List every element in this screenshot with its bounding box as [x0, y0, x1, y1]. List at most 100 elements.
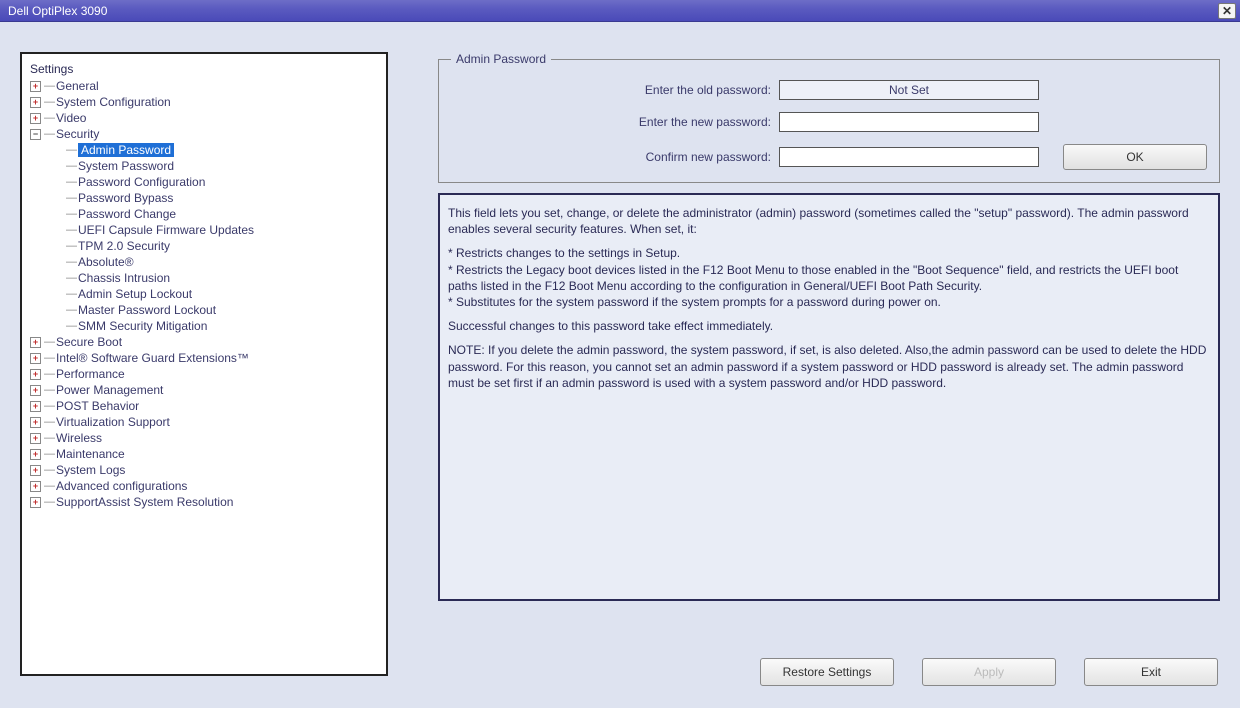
tree-connector: —: [44, 416, 54, 428]
confirm-password-label: Confirm new password:: [451, 150, 771, 164]
tree-connector: —: [44, 112, 54, 124]
expand-icon[interactable]: [30, 417, 41, 428]
tree-connector: —: [44, 448, 54, 460]
tree-item[interactable]: —Password Bypass: [26, 190, 382, 206]
tree-item-label: Video: [56, 111, 86, 125]
tree-connector: —: [66, 176, 76, 188]
tree-item[interactable]: —Admin Setup Lockout: [26, 286, 382, 302]
expand-icon[interactable]: [30, 465, 41, 476]
tree-item-label: TPM 2.0 Security: [78, 239, 170, 253]
expand-icon[interactable]: [30, 81, 41, 92]
tree-item[interactable]: —Maintenance: [26, 446, 382, 462]
expand-icon[interactable]: [30, 113, 41, 124]
tree-connector: —: [66, 240, 76, 252]
tree-item[interactable]: —Power Management: [26, 382, 382, 398]
expand-icon[interactable]: [30, 353, 41, 364]
expand-icon[interactable]: [30, 481, 41, 492]
tree-item[interactable]: —General: [26, 78, 382, 94]
tree-item[interactable]: —Admin Password: [26, 142, 382, 158]
tree-item-label: Advanced configurations: [56, 479, 187, 493]
restore-settings-button[interactable]: Restore Settings: [760, 658, 894, 686]
tree-item[interactable]: —Wireless: [26, 430, 382, 446]
tree-item[interactable]: —Master Password Lockout: [26, 302, 382, 318]
exit-button[interactable]: Exit: [1084, 658, 1218, 686]
tree-item-label: Admin Password: [78, 143, 174, 157]
expand-icon[interactable]: [30, 337, 41, 348]
tree-item[interactable]: —Password Change: [26, 206, 382, 222]
tree-item[interactable]: —System Logs: [26, 462, 382, 478]
tree-item[interactable]: —Intel® Software Guard Extensions™: [26, 350, 382, 366]
tree-item-label: Password Bypass: [78, 191, 173, 205]
tree-item-label: System Password: [78, 159, 174, 173]
tree-connector: —: [44, 336, 54, 348]
tree-connector: —: [66, 304, 76, 316]
tree-item[interactable]: —Video: [26, 110, 382, 126]
tree-item[interactable]: —Chassis Intrusion: [26, 270, 382, 286]
tree-item-label: SupportAssist System Resolution: [56, 495, 233, 509]
tree-item[interactable]: —Absolute®: [26, 254, 382, 270]
tree-connector: —: [44, 480, 54, 492]
tree-item[interactable]: —Performance: [26, 366, 382, 382]
tree-connector: —: [66, 256, 76, 268]
tree-item-label: POST Behavior: [56, 399, 139, 413]
tree-item[interactable]: —TPM 2.0 Security: [26, 238, 382, 254]
tree-connector: —: [66, 320, 76, 332]
tree-item[interactable]: —Security: [26, 126, 382, 142]
window-title: Dell OptiPlex 3090: [8, 4, 107, 18]
tree-item[interactable]: —Virtualization Support: [26, 414, 382, 430]
tree-connector: —: [66, 224, 76, 236]
tree-connector: —: [44, 352, 54, 364]
confirm-password-field[interactable]: [779, 147, 1039, 167]
tree-item[interactable]: —System Password: [26, 158, 382, 174]
expand-icon[interactable]: [30, 433, 41, 444]
old-password-label: Enter the old password:: [451, 83, 771, 97]
desc-b3: * Substitutes for the system password if…: [448, 294, 1210, 310]
desc-b2: * Restricts the Legacy boot devices list…: [448, 262, 1210, 294]
desc-p2: Successful changes to this password take…: [448, 318, 1210, 334]
tree-item[interactable]: —Advanced configurations: [26, 478, 382, 494]
tree-connector: —: [44, 400, 54, 412]
tree-item[interactable]: —Password Configuration: [26, 174, 382, 190]
tree-item-label: Password Change: [78, 207, 176, 221]
new-password-label: Enter the new password:: [451, 115, 771, 129]
tree-connector: —: [66, 208, 76, 220]
ok-button[interactable]: OK: [1063, 144, 1207, 170]
collapse-icon[interactable]: [30, 129, 41, 140]
tree-item[interactable]: —UEFI Capsule Firmware Updates: [26, 222, 382, 238]
tree-item-label: Performance: [56, 367, 125, 381]
tree-connector: —: [66, 160, 76, 172]
apply-button[interactable]: Apply: [922, 658, 1056, 686]
tree-item-label: Virtualization Support: [56, 415, 170, 429]
expand-icon[interactable]: [30, 401, 41, 412]
expand-icon[interactable]: [30, 369, 41, 380]
new-password-field[interactable]: [779, 112, 1039, 132]
tree-item[interactable]: —SupportAssist System Resolution: [26, 494, 382, 510]
tree-connector: —: [44, 496, 54, 508]
tree-item-label: Intel® Software Guard Extensions™: [56, 351, 249, 365]
settings-tree[interactable]: Settings —General—System Configuration—V…: [20, 52, 388, 676]
desc-p3: NOTE: If you delete the admin password, …: [448, 342, 1210, 391]
tree-connector: —: [66, 144, 76, 156]
old-password-field: [779, 80, 1039, 100]
tree-item-label: SMM Security Mitigation: [78, 319, 207, 333]
tree-item-label: Wireless: [56, 431, 102, 445]
close-icon[interactable]: ✕: [1218, 3, 1236, 19]
expand-icon[interactable]: [30, 385, 41, 396]
tree-item[interactable]: —Secure Boot: [26, 334, 382, 350]
tree-item-label: Secure Boot: [56, 335, 122, 349]
tree-item[interactable]: —POST Behavior: [26, 398, 382, 414]
tree-item[interactable]: —System Configuration: [26, 94, 382, 110]
tree-connector: —: [66, 288, 76, 300]
expand-icon[interactable]: [30, 97, 41, 108]
tree-connector: —: [44, 96, 54, 108]
tree-connector: —: [44, 128, 54, 140]
expand-icon[interactable]: [30, 497, 41, 508]
tree-item-label: Master Password Lockout: [78, 303, 216, 317]
tree-item[interactable]: —SMM Security Mitigation: [26, 318, 382, 334]
tree-item-label: Security: [56, 127, 99, 141]
group-legend: Admin Password: [451, 52, 551, 66]
tree-item-label: General: [56, 79, 99, 93]
tree-header: Settings: [26, 60, 382, 78]
expand-icon[interactable]: [30, 449, 41, 460]
titlebar: Dell OptiPlex 3090 ✕: [0, 0, 1240, 22]
